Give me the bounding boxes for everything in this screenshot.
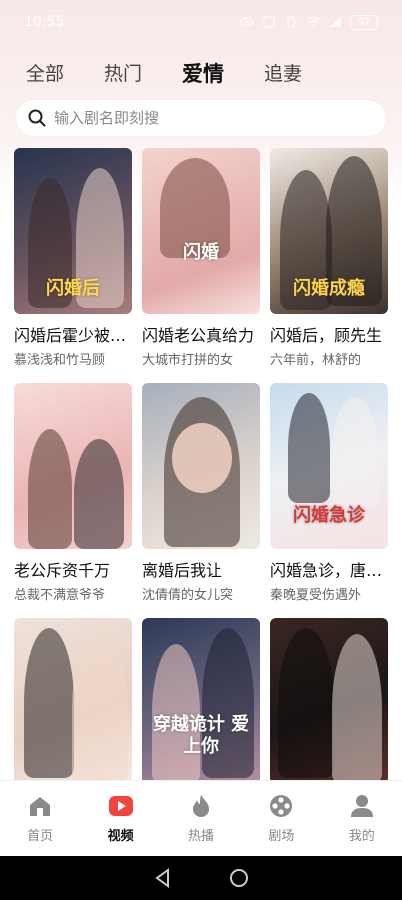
notification-icon [263,16,275,28]
back-icon[interactable] [153,868,173,888]
search-icon [28,109,46,127]
home-button-icon[interactable] [229,868,249,888]
signal-icon [329,17,341,27]
nav-label: 视频 [107,829,134,844]
drama-card[interactable]: 闪婚 闪婚老公真给力 大城市打拼的女 [142,148,260,368]
drama-description: 秦晚夏受伤遇外 [270,588,362,603]
drama-poster[interactable] [14,383,132,549]
bottom-nav: 首页 视频 热播 剧场 我的 [0,780,402,856]
nav-label: 我的 [348,829,375,844]
tab-all[interactable]: 全部 [26,56,64,92]
drama-poster[interactable]: 闪婚后 [14,148,132,314]
drama-card[interactable]: 老公斥资千万 总裁不满意爷爷 [14,383,132,603]
tab-chase-wife[interactable]: 追妻 [264,56,302,92]
poster-title-text: 闪婚后 [46,278,100,299]
battery-indicator: 97 [350,14,378,30]
poster-title-text: 闪婚急诊 [293,505,365,526]
status-icons: 97 [240,14,378,30]
drama-poster[interactable]: 闪婚 [142,148,260,314]
drama-poster[interactable]: 穿越诡计 爱上你 [142,618,260,780]
video-play-icon [108,796,133,816]
nav-trending[interactable]: 热播 [171,793,231,844]
drama-card[interactable]: 闪婚后 闪婚后霍少被宠哭了 慕浅浅和竹马顾 [14,148,132,368]
system-nav-bar [0,856,402,900]
home-icon [30,797,51,816]
user-icon [350,795,373,817]
drama-title: 闪婚老公真给力 [142,326,255,345]
drama-title: 老公斥资千万 [14,561,111,580]
flame-icon [192,795,209,817]
category-tabs: 全部 热门 爱情 追妻 [0,56,402,92]
drama-poster[interactable] [270,618,388,780]
eye-icon [240,17,254,27]
nav-theater[interactable]: 剧场 [251,793,311,844]
drama-title: 闪婚后，顾先生 [270,326,383,345]
film-reel-icon [270,795,293,817]
drama-grid: 闪婚后 闪婚后霍少被宠哭了 慕浅浅和竹马顾 闪婚 闪婚老公真给力 大城市打拼的女… [14,148,388,780]
drama-description: 六年前，林舒的 [270,353,362,368]
drama-poster[interactable]: 闪婚急诊 [270,383,388,549]
drama-card[interactable]: 闪婚急诊 闪婚急诊，唐医生 秦晚夏受伤遇外 [270,383,388,603]
drama-card[interactable] [14,618,132,780]
drama-description: 总裁不满意爷爷 [14,588,106,603]
poster-title-text: 闪婚 [183,242,219,263]
drama-card[interactable]: 闪婚成瘾 闪婚后，顾先生 六年前，林舒的 [270,148,388,368]
status-bar: 10:55 97 [0,0,402,44]
drama-title: 离婚后我让 [142,561,223,580]
nav-label: 首页 [27,829,54,844]
nav-home[interactable]: 首页 [10,793,70,844]
drama-description: 大城市打拼的女 [142,353,234,368]
poster-title-text: 闪婚成瘾 [293,278,365,299]
drama-description: 沈倩倩的女儿突 [142,588,234,603]
tab-hot[interactable]: 热门 [104,56,142,92]
drama-title: 闪婚急诊，唐医生 [270,561,388,580]
drama-poster[interactable] [142,383,260,549]
search-input[interactable] [54,109,354,127]
nav-label: 剧场 [268,829,295,844]
tab-romance[interactable]: 爱情 [182,56,224,92]
wifi-icon [306,16,320,27]
drama-card[interactable] [270,618,388,780]
drama-card[interactable]: 穿越诡计 爱上你 [142,618,260,780]
nav-profile[interactable]: 我的 [332,793,392,844]
nav-label: 热播 [187,829,214,844]
nav-video[interactable]: 视频 [91,793,151,844]
drama-card[interactable]: 离婚后我让 沈倩倩的女儿突 [142,383,260,603]
drama-poster[interactable] [14,618,132,780]
status-time: 10:55 [24,14,65,30]
vibrate-icon [287,16,295,28]
poster-title-text: 穿越诡计 爱上你 [152,714,250,757]
drama-poster[interactable]: 闪婚成瘾 [270,148,388,314]
search-bar [16,100,386,136]
drama-title: 闪婚后霍少被宠哭了 [14,326,132,345]
drama-description: 慕浅浅和竹马顾 [14,353,106,368]
